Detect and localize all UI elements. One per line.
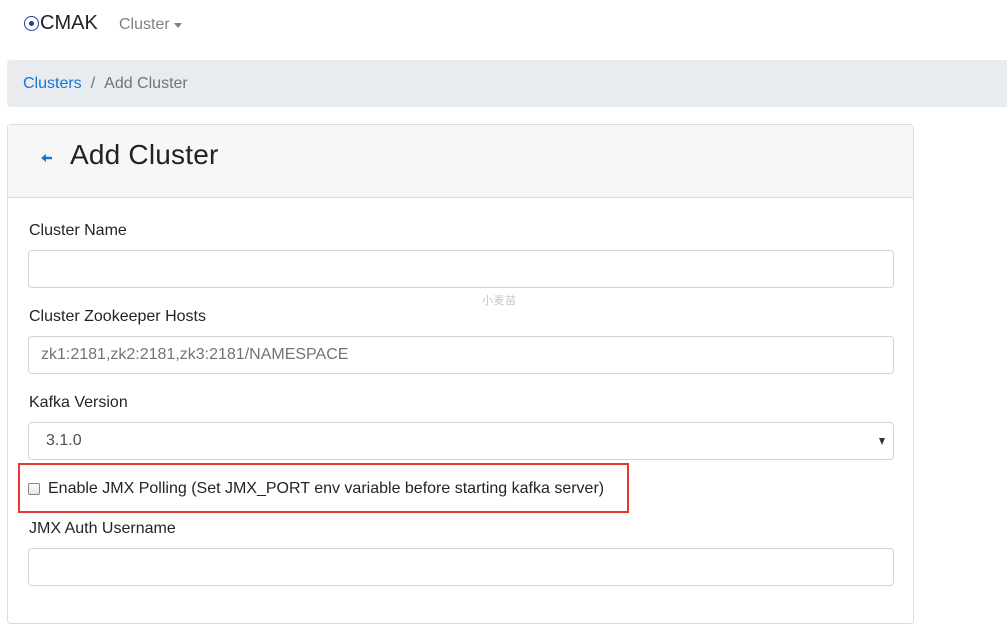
dropdown-arrow-icon xyxy=(879,438,885,445)
cluster-dropdown[interactable]: Cluster xyxy=(119,16,182,34)
jmx-polling-checkbox[interactable] xyxy=(28,483,40,495)
add-cluster-card: Add Cluster 小麦苗 Cluster Name Cluster Zoo… xyxy=(7,124,914,624)
kafka-version-selected: 3.1.0 xyxy=(46,432,82,449)
kafka-version-label: Kafka Version xyxy=(29,394,128,411)
brand-link[interactable]: CMAK xyxy=(24,12,98,35)
cmak-logo-icon xyxy=(24,16,39,31)
breadcrumb-separator: / xyxy=(90,74,96,92)
back-arrow-icon[interactable] xyxy=(40,151,54,165)
brand-name: CMAK xyxy=(40,12,98,34)
breadcrumb-clusters-link[interactable]: Clusters xyxy=(23,75,82,93)
jmx-username-label: JMX Auth Username xyxy=(29,520,176,537)
breadcrumb: Clusters / Add Cluster xyxy=(7,60,1007,107)
kafka-version-select[interactable]: 3.1.0 xyxy=(28,422,894,460)
jmx-polling-label[interactable]: Enable JMX Polling (Set JMX_PORT env var… xyxy=(48,480,604,498)
watermark: 小麦苗 xyxy=(482,295,517,307)
cluster-dropdown-label: Cluster xyxy=(119,16,170,33)
breadcrumb-current: Add Cluster xyxy=(104,74,188,92)
navbar: CMAK Cluster xyxy=(0,0,1007,50)
card-header: Add Cluster xyxy=(8,125,913,198)
page-title: Add Cluster xyxy=(70,139,219,170)
zk-hosts-label: Cluster Zookeeper Hosts xyxy=(29,308,206,325)
jmx-username-input[interactable] xyxy=(28,548,894,586)
caret-down-icon xyxy=(173,22,182,28)
cluster-name-input[interactable] xyxy=(28,250,894,288)
cluster-name-label: Cluster Name xyxy=(29,222,127,239)
zk-hosts-input[interactable] xyxy=(28,336,894,374)
